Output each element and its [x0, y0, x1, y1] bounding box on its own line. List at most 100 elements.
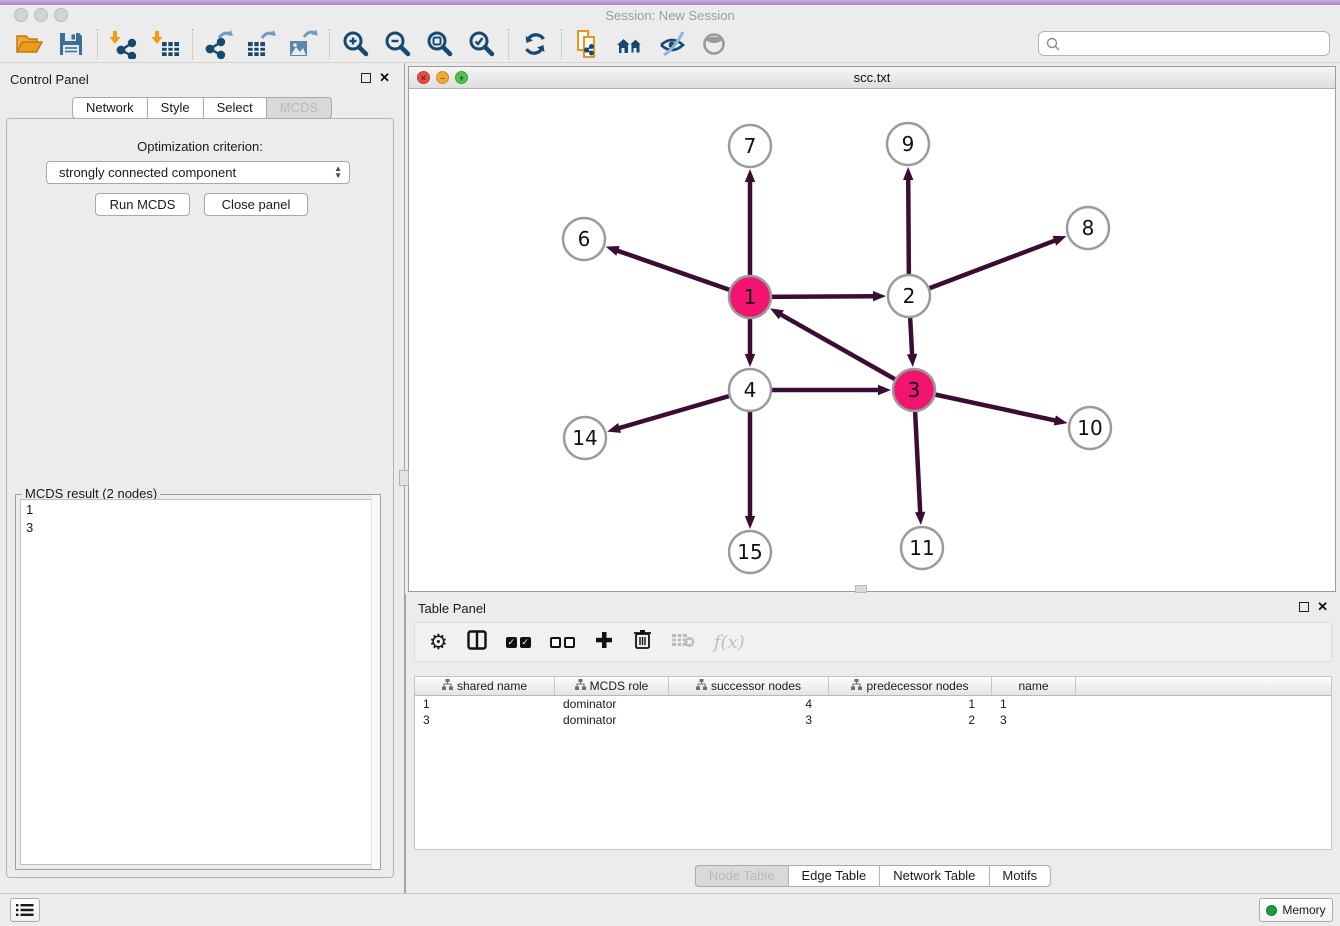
column-header[interactable]: MCDS role [555, 677, 669, 695]
table-cell: 3 [669, 712, 829, 728]
tab-motifs[interactable]: Motifs [989, 865, 1051, 887]
tree-icon [575, 679, 586, 693]
network-window-titlebar[interactable]: × – + scc.txt [409, 67, 1335, 89]
function-builder-icon: f(x) [714, 632, 745, 653]
optimization-criterion-label: Optimization criterion: [7, 139, 393, 154]
table-cell: 1 [415, 696, 555, 712]
run-mcds-button[interactable]: Run MCDS [95, 193, 190, 216]
tab-node-table[interactable]: Node Table [695, 865, 789, 887]
tree-icon [851, 679, 862, 693]
columns-icon[interactable] [467, 630, 487, 655]
search-input[interactable] [1061, 34, 1329, 54]
export-image-icon[interactable] [282, 28, 324, 60]
graph-edge-2-8[interactable] [909, 240, 1056, 296]
column-header[interactable]: successor nodes [669, 677, 829, 695]
zoom-selected-icon[interactable] [461, 28, 503, 60]
column-header[interactable]: name [992, 677, 1076, 695]
export-network-icon[interactable] [198, 28, 240, 60]
graph-node-label: 14 [572, 426, 597, 450]
column-header-label: name [1018, 679, 1048, 693]
memory-button[interactable]: Memory [1259, 898, 1333, 922]
edge-arrowhead [607, 423, 621, 433]
table-row[interactable]: 3dominator323 [415, 712, 1331, 728]
graph-edge-3-1[interactable] [780, 314, 914, 390]
graph-node-label: 4 [744, 378, 757, 402]
zoom-out-icon[interactable] [377, 28, 419, 60]
open-file-icon[interactable] [8, 28, 50, 60]
network-canvas[interactable]: 7968124314101511 [409, 89, 1335, 591]
tab-style[interactable]: Style [148, 97, 204, 119]
titlebar: Session: New Session [0, 5, 1340, 26]
graph-node-label: 9 [902, 132, 915, 156]
close-panel-button[interactable]: Close panel [204, 193, 308, 216]
network-graph[interactable]: 7968124314101511 [409, 89, 1335, 592]
edge-arrowhead [915, 512, 925, 525]
mcds-result-box: MCDS result (2 nodes) 13 [15, 494, 381, 870]
save-session-icon[interactable] [50, 28, 92, 60]
table-row[interactable]: 1dominator411 [415, 696, 1331, 712]
toolbar-separator [97, 29, 98, 59]
column-header-label: successor nodes [711, 679, 801, 693]
hide-selected-icon[interactable] [651, 28, 693, 60]
criterion-dropdown[interactable]: strongly connected component ▲▼ [46, 161, 350, 184]
table-header: shared name MCDS role successor nodes prede… [415, 677, 1331, 696]
clone-network-icon[interactable] [567, 28, 609, 60]
task-history-button[interactable] [10, 898, 40, 922]
import-network-icon[interactable] [103, 28, 145, 60]
control-panel: Control Panel ✕ NetworkStyleSelectMCDS O… [0, 63, 405, 893]
result-scrollbar[interactable] [371, 495, 380, 869]
table-cell: 1 [829, 696, 992, 712]
graph-node-label: 6 [578, 227, 591, 251]
float-panel-icon[interactable] [361, 73, 371, 83]
mcds-result-line: 3 [21, 518, 375, 536]
mcds-result-line: 1 [21, 500, 375, 518]
tree-icon [696, 679, 707, 693]
graph-node-label: 7 [744, 134, 757, 158]
mcds-result-list[interactable]: 13 [20, 499, 376, 865]
tab-select[interactable]: Select [204, 97, 267, 119]
tab-mcds[interactable]: MCDS [267, 97, 332, 119]
tab-network[interactable]: Network [72, 97, 148, 119]
table-toolbar: ⚙ ✓✓ f(x) [414, 622, 1332, 662]
clear-selection-icon[interactable] [550, 637, 575, 648]
refresh-icon[interactable] [514, 28, 556, 60]
close-panel-icon[interactable]: ✕ [379, 73, 390, 83]
edge-arrowhead [745, 169, 755, 182]
edge-arrowhead [1052, 236, 1066, 246]
toolbar-separator [192, 29, 193, 59]
column-header-label: shared name [457, 679, 527, 693]
add-icon[interactable] [594, 630, 614, 655]
node-table[interactable]: shared name MCDS role successor nodes prede… [414, 676, 1332, 850]
zoom-in-icon[interactable] [335, 28, 377, 60]
select-all-icon[interactable]: ✓✓ [506, 637, 531, 648]
table-cell: dominator [555, 712, 669, 728]
split-divider-grip[interactable] [399, 470, 409, 486]
control-panel-tabs: NetworkStyleSelectMCDS [72, 97, 332, 119]
search-field-container [1038, 31, 1330, 56]
graph-node-label: 11 [909, 536, 934, 560]
horizontal-divider-grip[interactable] [855, 585, 867, 593]
graph-node-label: 10 [1077, 416, 1102, 440]
edge-arrowhead [745, 354, 755, 367]
column-header-label: predecessor nodes [866, 679, 968, 693]
tab-network-table[interactable]: Network Table [880, 865, 989, 887]
table-panel: Table Panel ✕ ⚙ ✓✓ f(x) shared nameMCDS … [405, 594, 1340, 893]
memory-label: Memory [1282, 903, 1325, 917]
criterion-value: strongly connected component [59, 165, 236, 180]
edge-arrowhead [606, 246, 620, 256]
column-header[interactable]: shared name [415, 677, 555, 695]
window-title: Session: New Session [0, 8, 1340, 23]
export-table-icon[interactable] [240, 28, 282, 60]
import-table-icon[interactable] [145, 28, 187, 60]
zoom-fit-icon[interactable] [419, 28, 461, 60]
column-header[interactable]: predecessor nodes [829, 677, 992, 695]
dropdown-spinner-icon: ▲▼ [334, 165, 342, 179]
show-all-icon[interactable] [693, 28, 735, 60]
close-table-panel-icon[interactable]: ✕ [1317, 602, 1328, 612]
gear-icon[interactable]: ⚙ [429, 630, 448, 655]
first-neighbors-icon[interactable] [609, 28, 651, 60]
tab-edge-table[interactable]: Edge Table [788, 865, 880, 887]
delete-icon[interactable] [633, 629, 652, 655]
graph-node-label: 2 [903, 284, 916, 308]
float-table-panel-icon[interactable] [1299, 602, 1309, 612]
